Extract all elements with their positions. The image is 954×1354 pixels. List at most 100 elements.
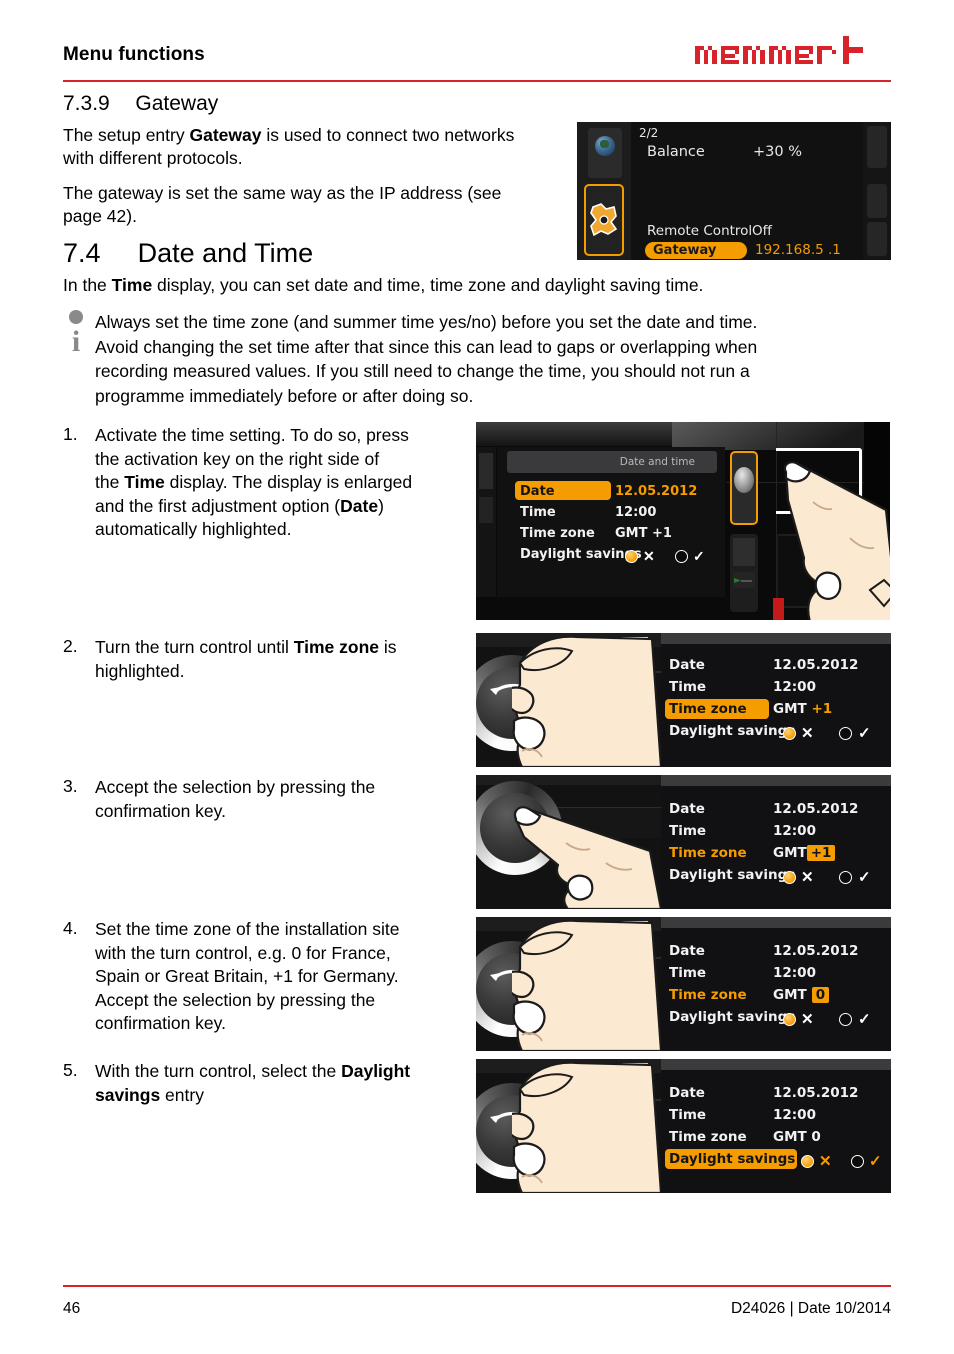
time-label: Time: [669, 679, 707, 695]
step-4-knob-illustration: [476, 917, 661, 1051]
step-bold: Time: [124, 472, 165, 492]
display-row-daylight[interactable]: Daylight savings ✕ ✓: [661, 721, 891, 743]
check-icon: ✓: [858, 725, 871, 742]
hand-grip-icon: [512, 1061, 661, 1193]
date-label: Date: [520, 484, 555, 499]
radio-unselected-icon[interactable]: [839, 871, 852, 884]
display-row-date[interactable]: Date 12.05.2012: [661, 799, 891, 821]
gmt-offset-editing[interactable]: 0: [811, 987, 830, 1003]
daylight-label: Daylight savings: [669, 723, 796, 739]
display-row-time[interactable]: Time 12:00: [661, 677, 891, 699]
para-bold: Gateway: [189, 125, 262, 145]
pointing-hand-icon: [783, 461, 890, 620]
step-line: Accept the selection by pressing the: [95, 989, 376, 1010]
gateway-paragraph-1: The setup entry Gateway is used to conne…: [63, 124, 573, 170]
step-line: Spain or Great Britain, +1 for Germany.: [95, 966, 399, 986]
radio-unselected-icon[interactable]: [851, 1155, 864, 1168]
gear-icon[interactable]: [584, 184, 624, 256]
page-indicator: 2/2: [639, 126, 659, 140]
check-icon: ✓: [858, 1011, 871, 1028]
time-label: Time: [669, 1107, 707, 1123]
gateway-right-edge: [863, 122, 891, 260]
display-row-daylight[interactable]: Daylight savings ✕ ✓: [497, 546, 725, 565]
step-line: automatically highlighted.: [95, 519, 292, 539]
radio-unselected-icon[interactable]: [675, 550, 688, 563]
gmt-offset: +1: [811, 701, 833, 717]
note-line: recording measured values. If you still …: [95, 361, 750, 381]
date-value: 12.05.2012: [615, 484, 698, 499]
step-bold: Time zone: [293, 637, 380, 657]
para-text: display, you can set date and time, time…: [152, 275, 704, 295]
date-value: 12.05.2012: [773, 657, 859, 673]
note-line: programme immediately before or after do…: [95, 385, 474, 406]
step-3-display: Date 12.05.2012 Time 12:00 Time zone GMT…: [661, 775, 891, 909]
timezone-value: GMT +1: [615, 526, 672, 541]
step-line: with the turn control, e.g. 0 for France…: [95, 942, 391, 963]
display-row-time[interactable]: Time 12:00: [661, 963, 891, 985]
step-line: display. The display is enlarged: [164, 472, 413, 492]
timezone-label: Time zone: [669, 845, 747, 861]
display-row-timezone[interactable]: Time zone GMT +1: [661, 699, 891, 721]
gateway-menu-item[interactable]: Gateway: [645, 242, 747, 259]
radio-selected-icon[interactable]: [801, 1155, 814, 1168]
check-icon: ✓: [693, 548, 705, 564]
heading-text: Date and Time: [137, 238, 314, 268]
para-bold: Time: [111, 275, 153, 295]
step-line: Accept the selection by pressing the: [95, 777, 376, 797]
step-number-2: 2.: [63, 636, 78, 656]
panel-line: [741, 580, 752, 582]
step-line: the: [95, 472, 125, 492]
display-row-timezone[interactable]: Time zone GMT 0: [661, 1127, 891, 1149]
balance-label: Balance: [647, 144, 705, 160]
activation-key[interactable]: [730, 451, 758, 525]
radio-selected-icon[interactable]: [783, 871, 796, 884]
display-row-daylight[interactable]: Daylight savings ✕ ✓: [661, 1007, 891, 1029]
timezone-value: GMT +1: [773, 845, 836, 861]
step-text-5: With the turn control, select the Daylig…: [95, 1060, 475, 1107]
display-row-date[interactable]: Date 12.05.2012: [661, 655, 891, 677]
display-row-daylight[interactable]: Daylight savings ✕ ✓: [661, 865, 891, 887]
radio-selected-icon[interactable]: [625, 550, 638, 563]
display-row-time[interactable]: Time 12:00: [661, 821, 891, 843]
radio-unselected-icon[interactable]: [839, 727, 852, 740]
step-line: is: [379, 637, 397, 657]
gateway-screenshot: 2/2 Balance +30 % Remote Control Off Gat…: [577, 122, 891, 260]
radio-selected-icon[interactable]: [783, 727, 796, 740]
display-row-date[interactable]: Date 12.05.2012: [661, 1083, 891, 1105]
date-label: Date: [669, 801, 705, 817]
step-text-3: Accept the selection by pressing the con…: [95, 776, 470, 823]
display-row-daylight[interactable]: Daylight savings ✕ ✓: [661, 1149, 891, 1171]
check-icon: ✓: [869, 1153, 882, 1170]
hand-grip-icon: [512, 919, 661, 1051]
display-row-date[interactable]: Date 12.05.2012: [497, 481, 725, 502]
display-row-time[interactable]: Time 12:00: [661, 1105, 891, 1127]
step-2-display: Date 12.05.2012 Time 12:00 Time zone GMT…: [661, 633, 891, 767]
display-row-time[interactable]: Time 12:00: [497, 504, 725, 523]
para-text: is used to connect two networks: [261, 125, 515, 145]
daylight-label: Daylight savings: [669, 1151, 796, 1167]
date-label: Date: [669, 943, 705, 959]
step-number-1: 1.: [63, 424, 78, 444]
timezone-value: GMT 0: [773, 987, 830, 1003]
display-title: Date and time: [507, 451, 717, 473]
display-titlebar: [661, 1059, 891, 1070]
device-side-panel: [730, 534, 758, 612]
step-5-display: Date 12.05.2012 Time 12:00 Time zone GMT…: [661, 1059, 891, 1193]
step-line: Activate the time setting. To do so, pre…: [95, 425, 409, 445]
daylight-label: Daylight savings: [669, 1009, 796, 1025]
radio-selected-icon[interactable]: [783, 1013, 796, 1026]
radio-unselected-icon[interactable]: [839, 1013, 852, 1026]
gmt-offset-editing[interactable]: +1: [806, 845, 836, 861]
timezone-value: GMT +1: [773, 701, 832, 717]
time-value: 12:00: [773, 679, 816, 695]
step-line: ): [378, 495, 384, 516]
display-row-timezone[interactable]: Time zone GMT +1: [497, 525, 725, 544]
step-bold: Date: [340, 495, 379, 516]
time-value: 12:00: [773, 965, 816, 981]
display-row-date[interactable]: Date 12.05.2012: [661, 941, 891, 963]
display-row-timezone[interactable]: Time zone GMT 0: [661, 985, 891, 1007]
step-line: Turn the turn control until: [95, 637, 294, 657]
time-label: Time: [669, 823, 707, 839]
heading-number: 7.3.9: [63, 92, 110, 115]
display-row-timezone[interactable]: Time zone GMT +1: [661, 843, 891, 865]
